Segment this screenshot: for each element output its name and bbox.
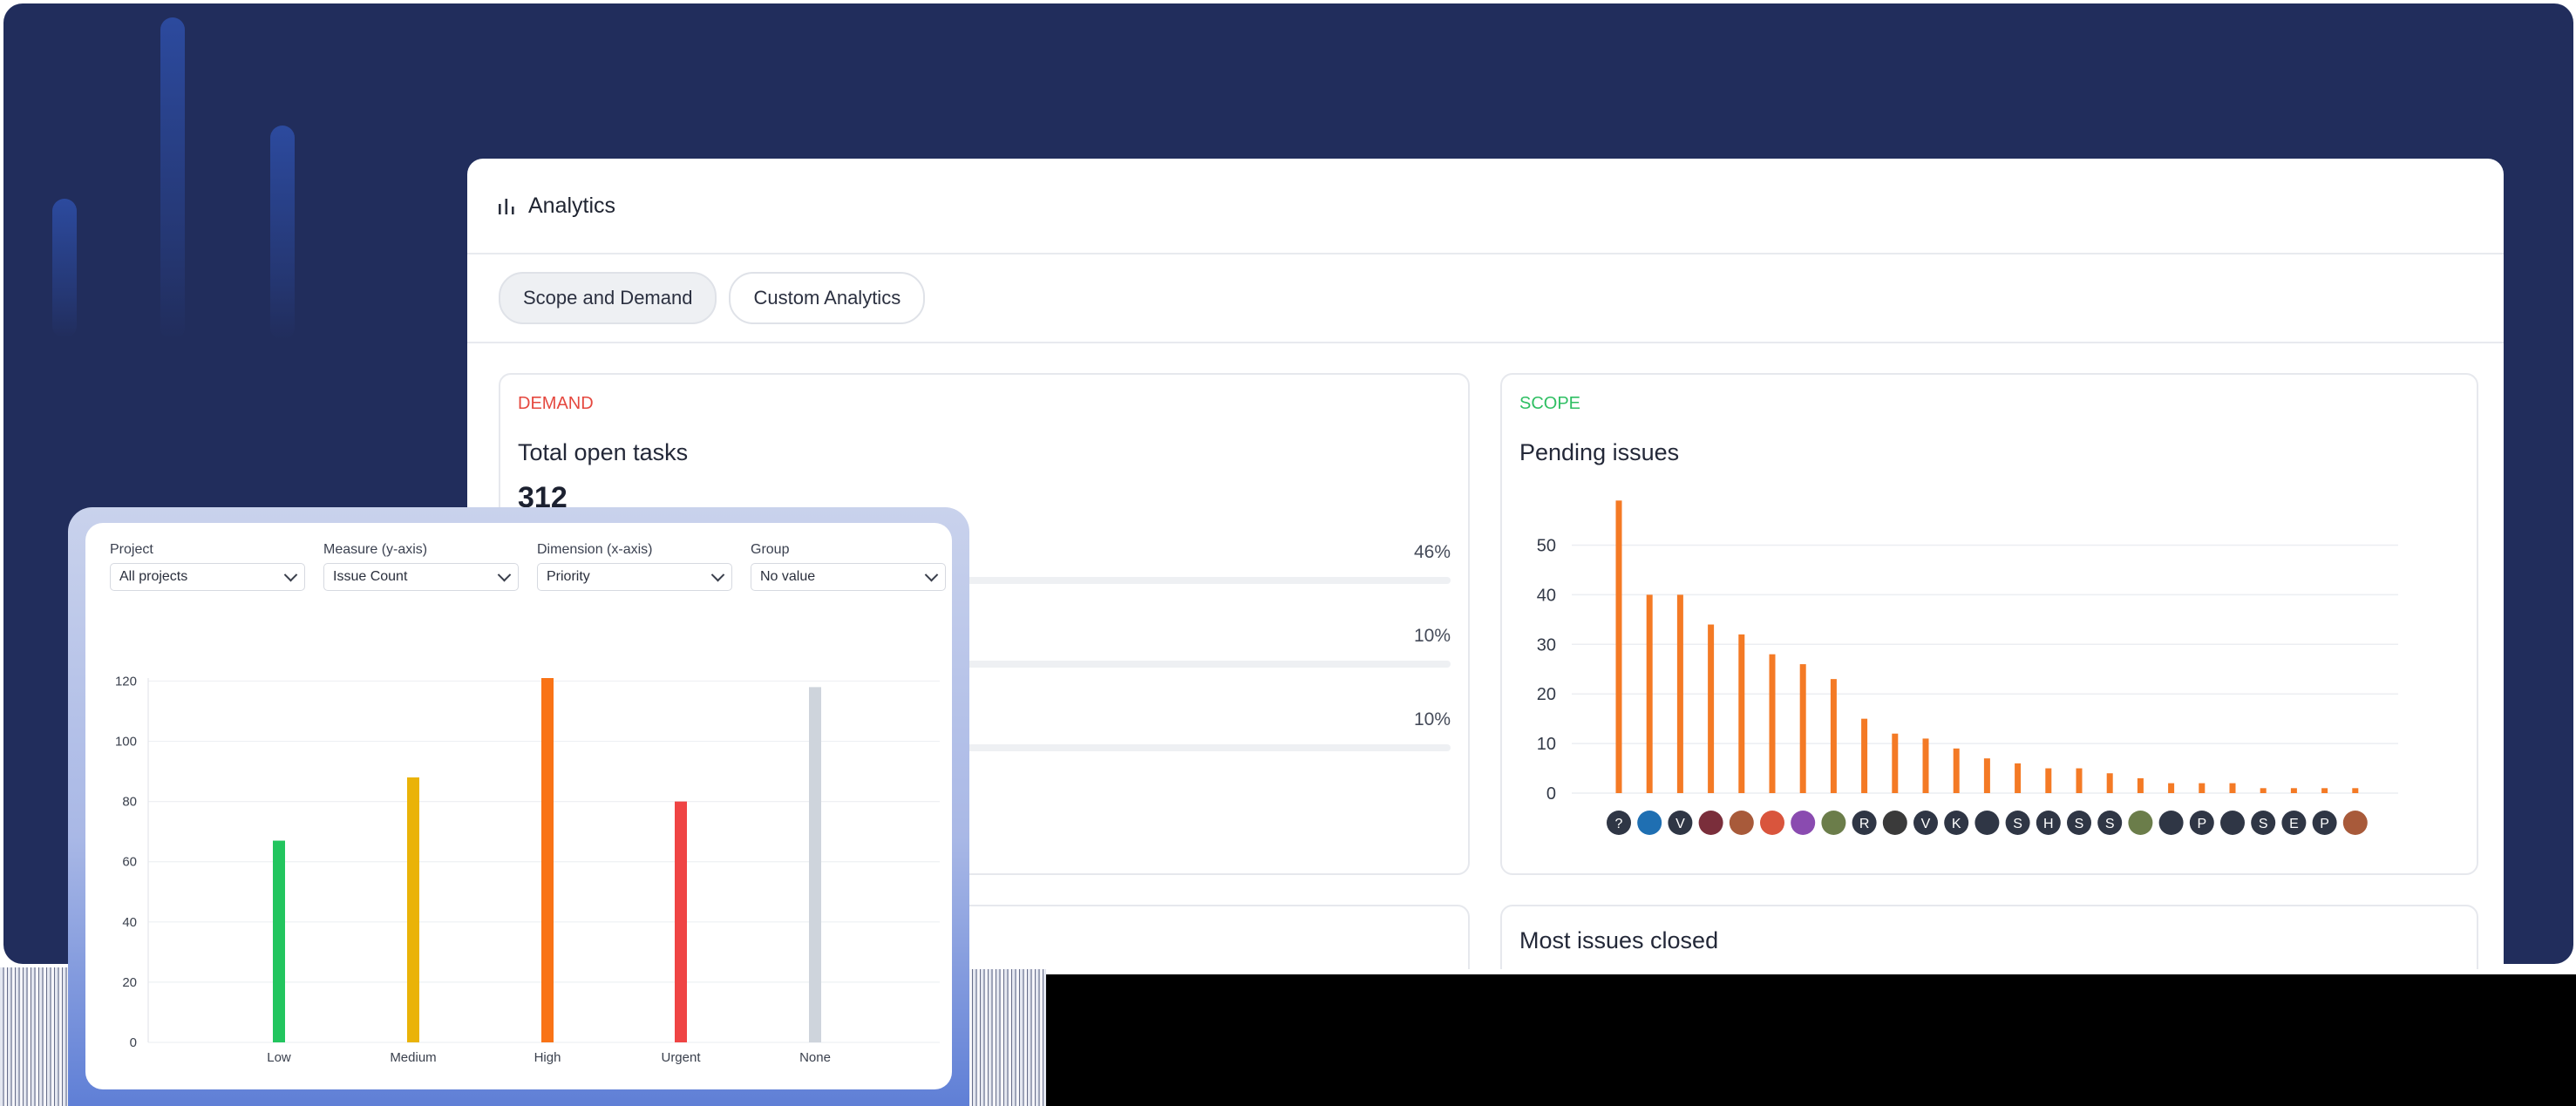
assignee-initial: S: [2013, 817, 2022, 831]
assignee-avatar-photo: [1760, 811, 1784, 835]
assignee-initial: V: [1675, 817, 1685, 831]
y-tick-label: 10: [1537, 735, 1556, 754]
page-title: Analytics: [528, 193, 616, 218]
assignee-initial: P: [2320, 817, 2329, 831]
assignee-avatar-photo: [2342, 811, 2368, 835]
pending-issues-bar: [1799, 664, 1806, 793]
y-tick-label: 20: [122, 975, 137, 990]
y-tick-label: 60: [122, 855, 137, 870]
pending-issues-bar: [1953, 748, 1960, 793]
y-tick-label: 80: [122, 795, 137, 810]
assignee-avatar-photo: [2158, 811, 2184, 835]
x-tick-label: None: [799, 1050, 831, 1065]
pending-issues-bar: [2290, 788, 2297, 793]
demand-row-percent: 46%: [1413, 542, 1451, 562]
tab-scope-and-demand[interactable]: Scope and Demand: [499, 272, 717, 324]
pending-issues-bar: [1892, 733, 1899, 793]
custom-analytics-preview-frame: Project All projects Measure (y-axis) Is…: [68, 507, 969, 1106]
y-tick-label: 50: [1537, 537, 1556, 556]
priority-chart: 0 20 40 60 80 100 120 Low Medium High Urgent None: [115, 674, 940, 1065]
pending-issues-chart: 0 10 20 30 40 50? V R V K S H S S P S E P: [1537, 500, 2398, 835]
scope-card: SCOPE Pending issues 0 10 20 30 40 50? V R V K S H S…: [1500, 373, 2478, 875]
x-tick-label: Urgent: [661, 1050, 701, 1065]
pending-issues-bar: [2199, 783, 2206, 793]
assignee-avatar-photo: [1791, 811, 1816, 835]
pending-issues-bar: [1646, 594, 1653, 793]
assignee-initial: S: [2105, 817, 2115, 831]
assignee-avatar-photo: [1698, 811, 1723, 835]
priority-bar: [675, 801, 687, 1042]
pending-issues-bar: [2015, 763, 2022, 793]
pending-issues-bar: [1615, 500, 1622, 793]
y-tick-label: 20: [1537, 685, 1556, 704]
assignee-initial: S: [2075, 817, 2084, 831]
assignee-avatar-photo: [2220, 811, 2245, 835]
assignee-initial: E: [2289, 817, 2299, 831]
pending-issues-bar: [2168, 783, 2175, 793]
assignee-initial: K: [1952, 817, 1961, 831]
priority-bar: [407, 777, 419, 1042]
assignee-avatar-photo: [1882, 811, 1907, 835]
y-tick-label: 120: [115, 674, 137, 689]
black-block: [1046, 974, 2576, 1106]
assignee-avatar-photo: [1637, 811, 1662, 835]
tab-bar: Scope and Demand Custom Analytics: [467, 254, 2504, 343]
priority-bar: [541, 678, 554, 1042]
pending-issues-bar: [1922, 738, 1929, 793]
x-tick-label: Medium: [390, 1050, 436, 1065]
y-tick-label: 40: [1537, 586, 1556, 605]
y-tick-label: 0: [130, 1035, 137, 1050]
bar-chart-icon: [499, 199, 514, 214]
assignee-initial: ?: [1615, 817, 1623, 831]
assignee-avatar-photo: [1821, 811, 1846, 835]
demand-eyebrow: DEMAND: [518, 394, 594, 413]
y-tick-label: 40: [122, 915, 137, 930]
decorative-bar: [160, 17, 185, 340]
pending-issues-bar: [2137, 777, 2144, 793]
demand-row-track: [928, 577, 1451, 584]
pending-issues-bar: [2045, 768, 2052, 793]
most-issues-closed-card: Most issues closed: [1500, 905, 2478, 969]
decorative-bar: [52, 199, 77, 338]
pending-issues-bar: [1830, 679, 1837, 793]
priority-bar: [809, 687, 821, 1042]
demand-row-track: [928, 661, 1451, 668]
tab-custom-analytics[interactable]: Custom Analytics: [729, 272, 926, 324]
decorative-bar: [270, 126, 295, 340]
pending-issues-bar: [2260, 788, 2267, 793]
priority-bar: [273, 840, 285, 1042]
y-tick-label: 100: [115, 735, 137, 750]
demand-row-percent: 10%: [1413, 709, 1451, 729]
demand-row-percent: 10%: [1413, 626, 1451, 646]
pending-issues-bar: [1708, 624, 1715, 793]
x-tick-label: High: [534, 1050, 561, 1065]
pending-issues-bar: [1983, 758, 1990, 793]
pending-issues-bar: [1676, 594, 1683, 793]
y-tick-label: 0: [1546, 784, 1556, 804]
pending-issues-bar: [1769, 654, 1776, 793]
total-open-tasks-title: Total open tasks: [518, 439, 689, 465]
most-issues-closed-title: Most issues closed: [1519, 927, 1719, 953]
pending-issues-bar: [2076, 768, 2083, 793]
window-header: Analytics: [467, 159, 2504, 254]
pending-issues-bar: [2352, 788, 2359, 793]
pending-issues-bar: [2321, 788, 2328, 793]
pending-issues-bar: [2229, 783, 2236, 793]
pending-issues-bar: [1738, 634, 1745, 793]
assignee-initial: R: [1859, 817, 1870, 831]
demand-row-track: [928, 744, 1451, 751]
y-tick-label: 30: [1537, 635, 1556, 655]
assignee-initial: S: [2259, 817, 2268, 831]
assignee-avatar-photo: [1974, 811, 2000, 835]
assignee-avatar-photo: [1729, 811, 1754, 835]
assignee-initial: H: [2043, 817, 2054, 831]
assignee-initial: V: [1921, 817, 1931, 831]
custom-analytics-panel: Project All projects Measure (y-axis) Is…: [85, 523, 952, 1089]
pending-issues-bar: [1861, 718, 1868, 793]
pending-issues-bar: [2106, 773, 2113, 793]
assignee-initial: P: [2197, 817, 2206, 831]
x-tick-label: Low: [267, 1050, 291, 1065]
assignee-avatar-photo: [2128, 811, 2153, 835]
